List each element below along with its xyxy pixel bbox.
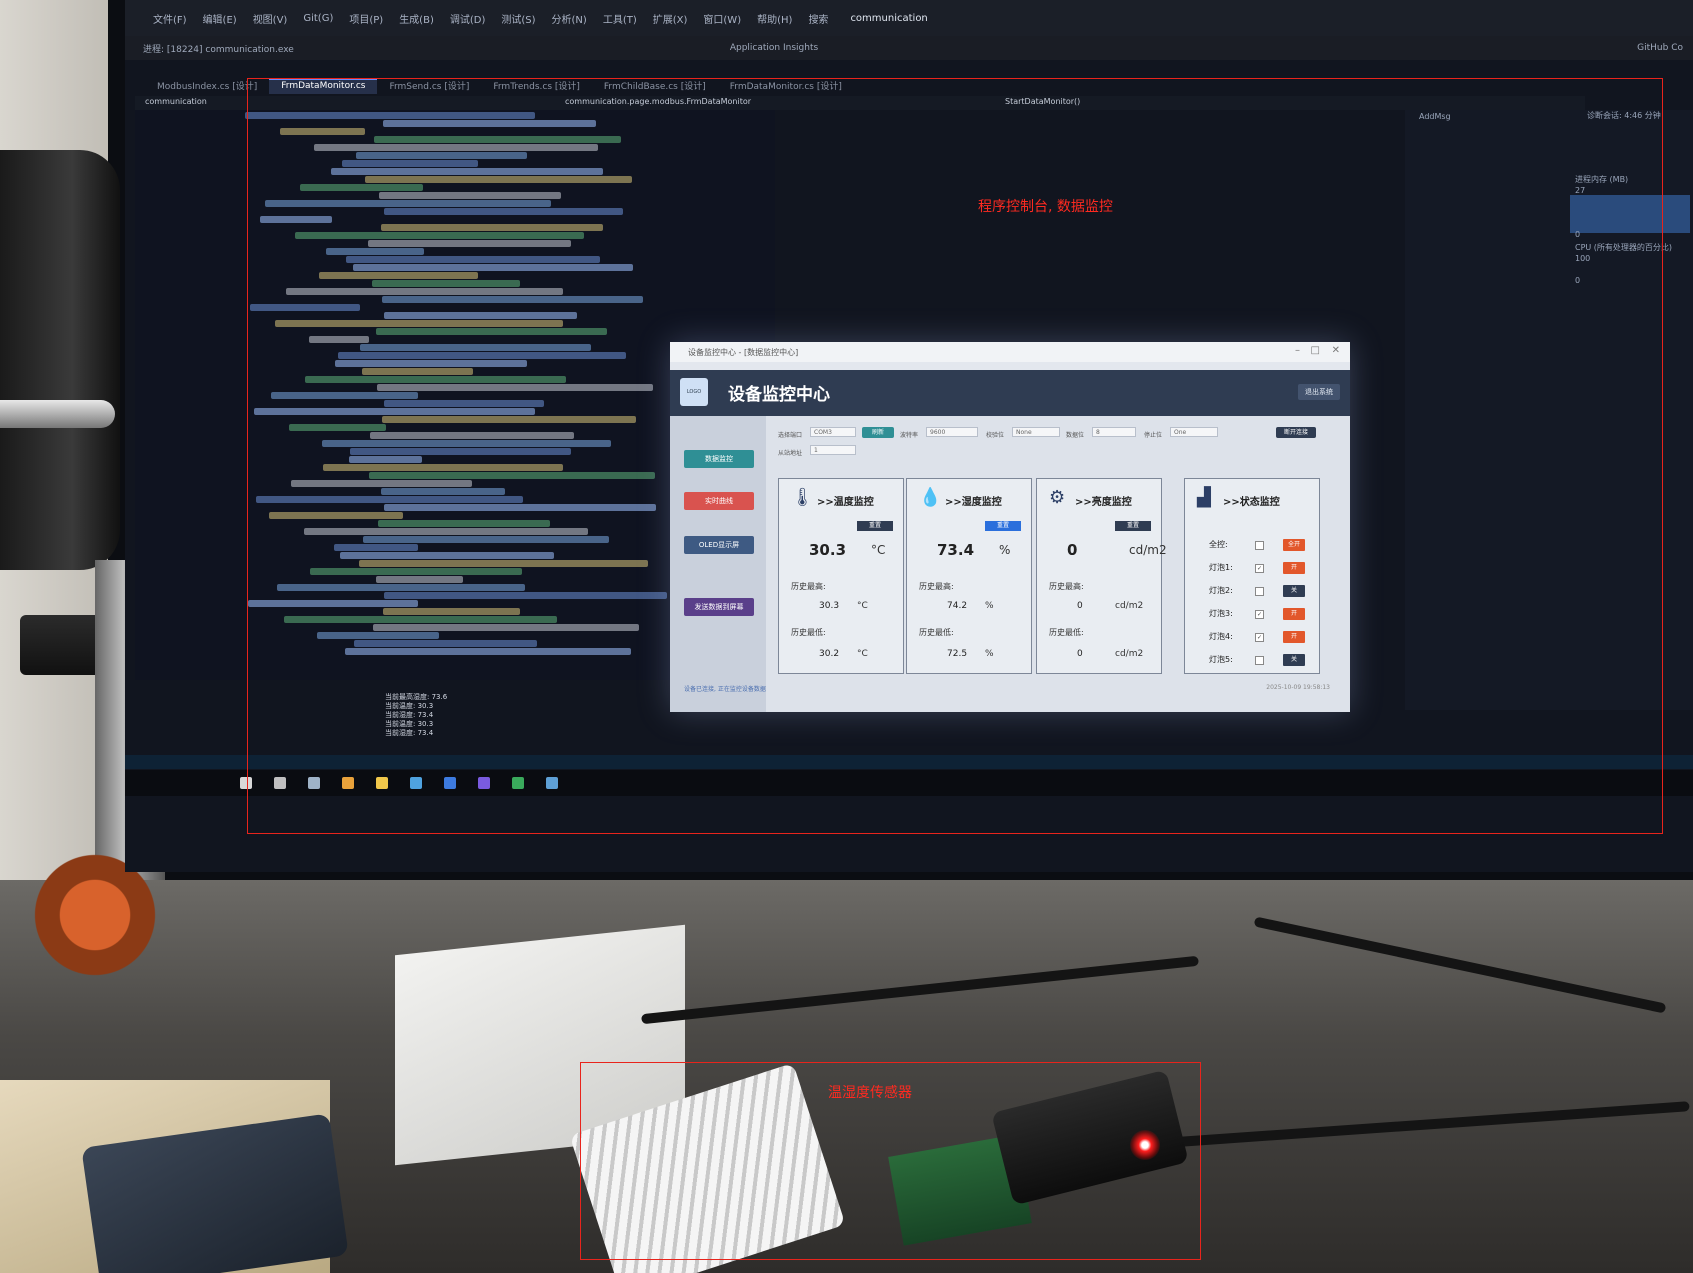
menu-item[interactable]: 扩展(X)	[653, 11, 688, 26]
menu-item[interactable]: 生成(B)	[399, 11, 434, 26]
menu-item[interactable]: 调试(D)	[450, 11, 486, 26]
menu-item[interactable]: 帮助(H)	[757, 11, 792, 26]
solution-name: communication	[850, 12, 928, 24]
insights-label[interactable]: Application Insights	[730, 43, 818, 53]
nav-project[interactable]: communication	[145, 97, 207, 106]
menu-item[interactable]: 项目(P)	[349, 11, 383, 26]
github-label[interactable]: GitHub Co	[1637, 43, 1683, 53]
photo-scene: 文件(F) 编辑(E) 视图(V) Git(G) 项目(P) 生成(B) 调试(D) 测试(S…	[0, 0, 1693, 1273]
camera-lens-ring	[0, 400, 115, 428]
menu-item[interactable]: 测试(S)	[501, 11, 535, 26]
menu-item[interactable]: 搜索	[808, 11, 828, 26]
menu-item[interactable]: 编辑(E)	[203, 11, 237, 26]
process-label[interactable]: 进程: [18224] communication.exe	[143, 42, 294, 55]
menu-item[interactable]: 工具(T)	[603, 11, 637, 26]
ide-toolbar: 进程: [18224] communication.exe Applicatio…	[125, 36, 1693, 60]
menu-item[interactable]: 分析(N)	[552, 11, 587, 26]
ide-menubar: 文件(F) 编辑(E) 视图(V) Git(G) 项目(P) 生成(B) 调试(D) 测试(S…	[125, 0, 1693, 36]
menu-item[interactable]: Git(G)	[303, 13, 333, 24]
screen-annotation-box	[247, 78, 1663, 834]
menu-item[interactable]: 文件(F)	[153, 11, 187, 26]
menu-item[interactable]: 视图(V)	[253, 11, 288, 26]
screen-annotation-label: 程序控制台, 数据监控	[978, 199, 1113, 215]
sensor-annotation-label: 温湿度传感器	[828, 1085, 912, 1101]
menu-item[interactable]: 窗口(W)	[703, 11, 741, 26]
industrial-camera	[0, 150, 120, 570]
